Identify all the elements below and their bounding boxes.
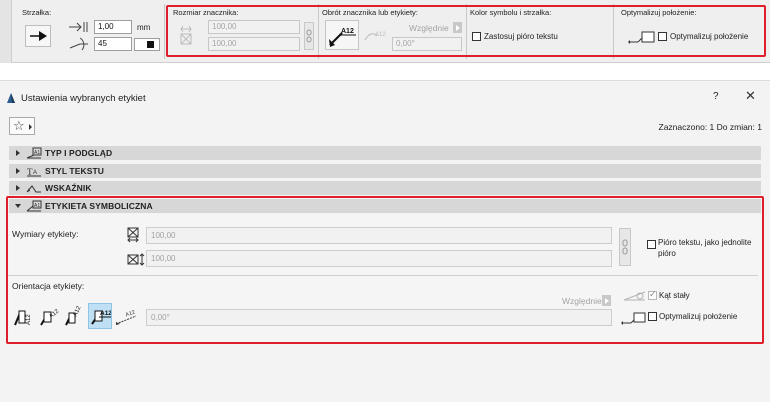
panel-label: STYL TEKSTU [45,166,105,176]
panel-header-text-style[interactable]: T A STYL TEKSTU [9,164,761,178]
text-style-icon: T A [27,167,41,177]
panel-label: WSKAŹNIK [45,183,92,193]
dialog-title: Ustawienia wybranych etykiet [21,93,146,104]
selection-info: Zaznaczono: 1 Do zmian: 1 [658,122,762,132]
arrow-angle-input[interactable]: 45 [94,37,132,51]
disclosure-closed-icon [16,185,20,191]
arrow-label: Strzałka: [22,8,52,17]
disclosure-closed-icon [16,168,20,174]
highlight-frame-toolbar [166,5,766,57]
arrow-size-input[interactable]: 1,00 [94,20,132,34]
panel-label: TYP I PODGLĄD [45,148,113,158]
arrow-size-unit: mm [137,23,151,32]
archicad-app-icon [7,93,15,103]
toolbar-grip[interactable] [0,0,12,63]
pointer-leader-icon [26,185,41,193]
panel-header-type-preview[interactable]: A1 TYP I PODGLĄD [9,146,761,160]
close-button[interactable]: ✕ [745,89,756,102]
svg-text:A: A [33,170,37,176]
arrow-angle-icon [69,37,88,51]
svg-text:A1: A1 [34,150,40,156]
highlight-frame-dialog [6,196,764,344]
arrow-pen-selector[interactable] [134,38,160,51]
label-preview-icon: A1 [26,147,42,159]
arrow-type-button[interactable] [25,25,51,47]
disclosure-closed-icon [16,150,20,156]
arrow-head-icon [30,31,47,41]
favorites-button[interactable]: ☆ [9,117,35,135]
help-button[interactable]: ? [713,91,719,102]
arrow-size-icon [69,22,88,32]
star-icon: ☆ [13,118,25,133]
panel-header-pointer[interactable]: WSKAŹNIK [9,181,761,195]
pen-color-swatch [147,41,154,48]
chevron-right-icon [29,124,32,130]
separator [164,4,165,59]
